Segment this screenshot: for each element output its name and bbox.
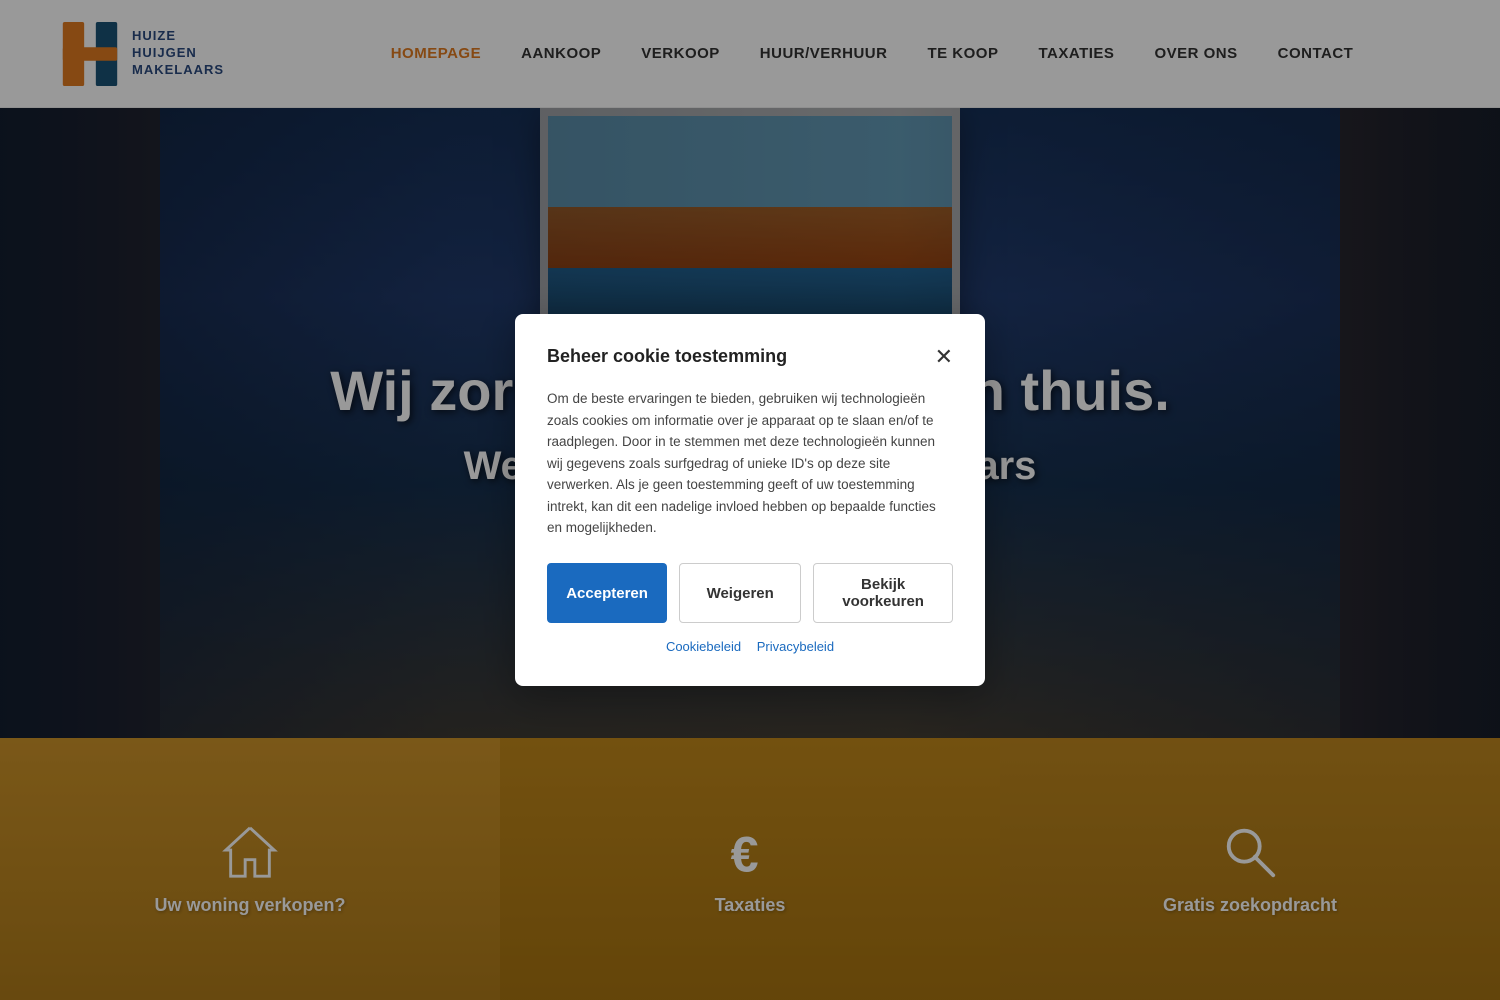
cookie-links: Cookiebeleid Privacybeleid [547,639,953,654]
cookie-reject-button[interactable]: Weigeren [679,563,801,623]
cookie-prefs-button[interactable]: Bekijk voorkeuren [813,563,953,623]
cookie-modal-title: Beheer cookie toestemming [547,346,787,367]
cookie-modal-body: Om de beste ervaringen te bieden, gebrui… [547,388,953,539]
cookie-policy-link[interactable]: Cookiebeleid [666,639,741,654]
cookie-buttons: Accepteren Weigeren Bekijk voorkeuren [547,563,953,623]
cookie-accept-button[interactable]: Accepteren [547,563,667,623]
cookie-overlay: Beheer cookie toestemming ✕ Om de beste … [0,0,1500,1000]
cookie-modal-header: Beheer cookie toestemming ✕ [547,346,953,368]
cookie-close-button[interactable]: ✕ [935,346,953,368]
cookie-modal: Beheer cookie toestemming ✕ Om de beste … [515,314,985,686]
privacy-policy-link[interactable]: Privacybeleid [757,639,834,654]
